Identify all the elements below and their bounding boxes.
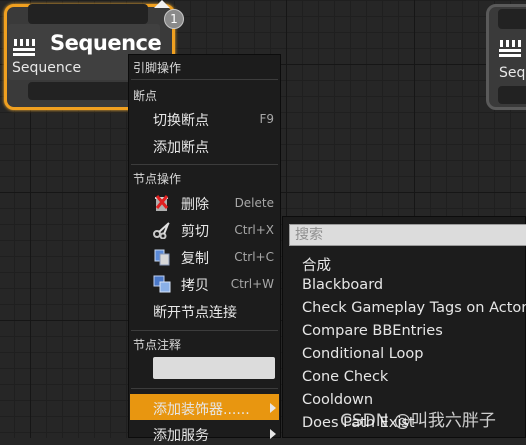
duplicate-icon (153, 275, 171, 293)
submenu-item-composite[interactable]: 合成 (302, 254, 331, 275)
shortcut-toggle-breakpoint: F9 (259, 112, 274, 126)
menu-item-add-decorator-label: 添加装饰器...... (153, 402, 250, 418)
submenu-arrow-icon (270, 403, 276, 413)
sequence-icon (13, 39, 35, 56)
watermark: CSDN @叫我六胖子 (340, 411, 496, 431)
menu-item-add-service[interactable]: 添加服务 (153, 425, 209, 445)
menu-item-add-breakpoint[interactable]: 添加断点 (153, 137, 209, 157)
menu-separator (131, 388, 278, 389)
node-title: Sequence (50, 31, 162, 55)
section-header-node-comment: 节点注释 (133, 338, 182, 352)
submenu-item-check-gameplay-tags[interactable]: Check Gameplay Tags on Actor (302, 300, 526, 316)
scissors-icon (153, 222, 170, 239)
sequence-icon (499, 40, 521, 57)
submenu-item-blackboard[interactable]: Blackboard (302, 277, 383, 293)
shortcut-cut: Ctrl+X (234, 223, 274, 237)
context-menu: 引脚操作 断点 切换断点 F9 添加断点 节点操作 删除 Delete 剪切 C… (128, 54, 281, 444)
node2-output-pin[interactable] (498, 86, 526, 104)
submenu-item-compare-bbentries[interactable]: Compare BBEntries (302, 323, 443, 339)
shortcut-delete: Delete (234, 196, 274, 210)
menu-item-duplicate[interactable]: 拷贝 (181, 275, 209, 295)
submenu-item-conditional-loop[interactable]: Conditional Loop (302, 346, 424, 362)
shortcut-duplicate: Ctrl+W (230, 277, 274, 291)
menu-separator (131, 164, 278, 165)
execution-order-arrow-icon (154, 0, 170, 8)
menu-separator (131, 79, 278, 80)
section-header-pin-actions: 引脚操作 (133, 61, 182, 75)
search-input[interactable]: 搜索 (289, 224, 526, 246)
node-input-pin[interactable] (28, 4, 148, 24)
node2-input-pin[interactable] (498, 9, 526, 29)
copy-icon (154, 249, 170, 266)
delete-icon (155, 195, 169, 211)
section-header-breakpoints: 断点 (133, 89, 158, 103)
decorator-submenu: 搜索 合成 Blackboard Check Gameplay Tags on … (282, 216, 526, 438)
section-header-node-actions: 节点操作 (133, 172, 182, 186)
menu-separator (131, 330, 278, 331)
menu-item-delete[interactable]: 删除 (181, 194, 209, 214)
menu-item-copy[interactable]: 复制 (181, 248, 209, 268)
node2-subtitle: Seq (499, 65, 526, 81)
menu-item-break-links[interactable]: 断开节点连接 (153, 302, 237, 322)
execution-index-badge: 1 (164, 9, 184, 29)
node-comment-input[interactable] (153, 357, 275, 379)
submenu-item-cone-check[interactable]: Cone Check (302, 369, 388, 385)
node-subtitle: Sequence (12, 60, 82, 76)
menu-item-toggle-breakpoint[interactable]: 切换断点 (153, 110, 209, 130)
shortcut-copy: Ctrl+C (234, 250, 274, 264)
menu-item-cut[interactable]: 剪切 (181, 221, 209, 241)
